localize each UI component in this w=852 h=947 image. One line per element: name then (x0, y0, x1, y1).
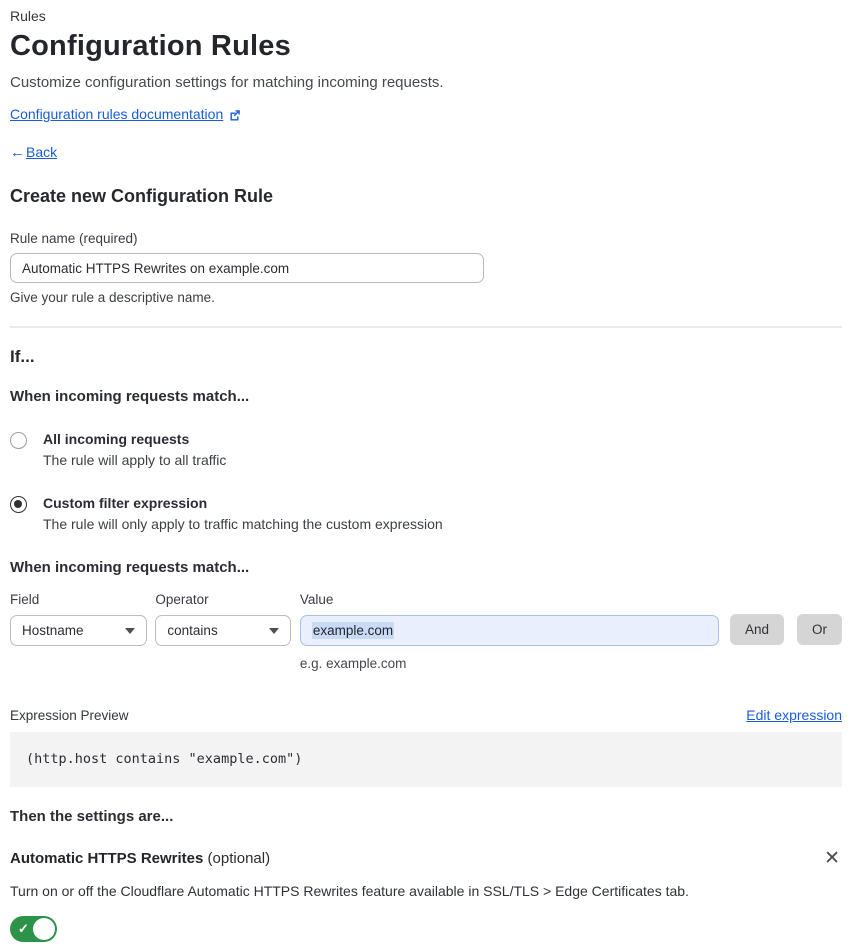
value-label: Value (299, 592, 334, 607)
edit-expression-link[interactable]: Edit expression (746, 707, 842, 723)
setting-name: Automatic HTTPS Rewrites (optional) (10, 850, 271, 867)
page-title: Configuration Rules (10, 30, 291, 62)
radio-option-custom-filter[interactable]: Custom filter expression The rule will o… (10, 495, 842, 532)
radio-description: The rule will apply to all traffic (43, 452, 227, 468)
rule-name-help: Give your rule a descriptive name. (10, 290, 215, 305)
if-heading: If... (10, 347, 35, 366)
value-hint: e.g. example.com (299, 656, 407, 671)
radio-label: Custom filter expression (43, 495, 208, 511)
back-arrow-icon: ← (10, 144, 25, 161)
builder-heading: When incoming requests match... (10, 559, 250, 576)
radio-label: All incoming requests (43, 431, 190, 447)
or-button[interactable]: Or (797, 614, 842, 645)
chevron-down-icon (268, 627, 279, 634)
external-link-icon (229, 108, 241, 121)
section-divider (10, 326, 842, 328)
toggle-knob (33, 918, 55, 940)
field-select[interactable]: Hostname (10, 615, 148, 646)
operator-select-value: contains (167, 623, 218, 638)
match-heading: When incoming requests match... (10, 388, 250, 405)
expression-preview-label: Expression Preview (10, 708, 129, 723)
create-rule-heading: Create new Configuration Rule (10, 186, 274, 206)
expression-preview-code: (http.host contains "example.com") (10, 732, 842, 787)
setting-description: Turn on or off the Cloudflare Automatic … (10, 883, 689, 899)
breadcrumb: Rules (10, 8, 46, 24)
documentation-link[interactable]: Configuration rules documentation (10, 106, 223, 122)
configuration-rules-page: Rules Configuration Rules Customize conf… (0, 0, 852, 942)
then-settings-heading: Then the settings are... (10, 808, 174, 825)
radio-custom-filter[interactable] (10, 496, 27, 513)
close-icon[interactable]: ✕ (822, 847, 842, 870)
expression-builder-row: Field Hostname Operator contains Value e… (10, 592, 842, 671)
automatic-https-rewrites-toggle[interactable]: ✓ (10, 916, 57, 942)
value-input-text: example.com (311, 622, 395, 639)
rule-name-input[interactable] (10, 253, 484, 283)
chevron-down-icon (125, 627, 136, 634)
value-input[interactable]: example.com (299, 615, 719, 646)
setting-optional-label: (optional) (207, 850, 271, 867)
operator-select[interactable]: contains (155, 615, 291, 646)
field-select-value: Hostname (22, 623, 84, 638)
radio-all-requests[interactable] (10, 432, 27, 449)
radio-option-all-requests[interactable]: All incoming requests The rule will appl… (10, 431, 842, 468)
check-icon: ✓ (18, 921, 29, 936)
and-button[interactable]: And (729, 614, 784, 645)
radio-description: The rule will only apply to traffic matc… (43, 516, 443, 532)
field-label: Field (10, 592, 40, 607)
operator-label: Operator (155, 592, 209, 607)
back-link[interactable]: Back (26, 144, 57, 160)
page-subtitle: Customize configuration settings for mat… (10, 74, 444, 91)
rule-name-label: Rule name (required) (10, 231, 138, 246)
